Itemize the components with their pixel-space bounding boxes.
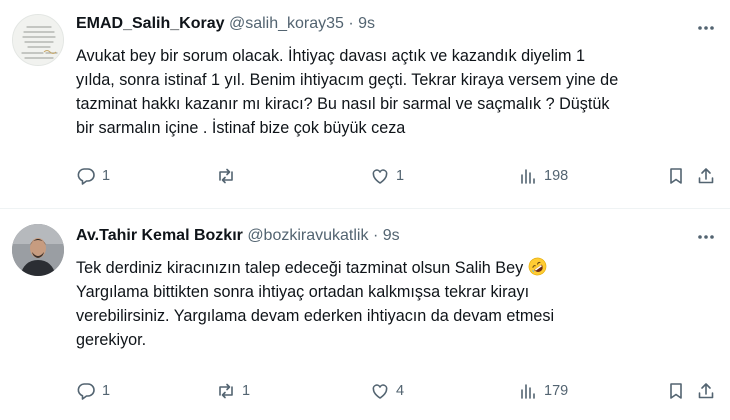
views-button[interactable]: 198 (518, 162, 568, 190)
text-line: bir sarmalın içine . İstinaf bize çok bü… (76, 119, 406, 137)
like-icon (372, 169, 388, 184)
share-button[interactable] (696, 162, 716, 190)
tweet-text: Tek derdiniz kiracınızın talep edeceği t… (76, 256, 716, 352)
text-line: tazminat hakkı kazanır mı kiracı? Bu nas… (76, 95, 610, 113)
like-count: 4 (396, 383, 405, 399)
repost-icon (219, 383, 233, 399)
text-line: Yargılama bittikten sonra ihtiyaç ortada… (76, 283, 530, 301)
author-name[interactable]: Av.Tahir Kemal Bozkır (76, 227, 243, 244)
tweet[interactable]: EMAD_Salih_Koray @salih_koray35 · 9s Avu… (0, 0, 730, 208)
tweet-header: EMAD_Salih_Koray @salih_koray35 · 9s (76, 14, 670, 34)
repost-button[interactable] (216, 162, 242, 190)
bookmark-icon (670, 168, 682, 184)
share-icon (698, 168, 714, 184)
reply-icon (77, 383, 95, 400)
author-handle[interactable]: @salih_koray35 (229, 15, 344, 32)
reply-button[interactable]: 1 (76, 377, 110, 405)
share-button[interactable] (696, 377, 716, 405)
like-icon (372, 384, 388, 399)
views-count: 179 (544, 383, 569, 399)
like-button[interactable]: 4 (370, 377, 404, 405)
reply-icon (77, 168, 95, 185)
tweet-header: Av.Tahir Kemal Bozkır @bozkiravukatlik ·… (76, 226, 670, 246)
rolling-on-the-floor-laughing-emoji (528, 257, 547, 276)
avatar-image (13, 15, 63, 65)
views-icon (521, 169, 535, 184)
views-count: 198 (544, 168, 569, 184)
text-line: verebilirsiniz. Yargılama devam ederken … (76, 307, 555, 325)
share-icon (698, 383, 714, 399)
text-line: yılda, sonra istinaf 1 yıl. Benim ihtiya… (76, 71, 619, 89)
avatar[interactable] (12, 224, 64, 276)
text-segment: Tek derdiniz kiracınızın talep edeceği t… (76, 259, 524, 277)
author-handle[interactable]: @bozkiravukatlik (247, 227, 368, 244)
more-icon[interactable] (696, 227, 716, 247)
action-bar: 1 1 198 (76, 162, 716, 190)
separator-dot: · (372, 227, 379, 244)
text-line: gerekiyor. (76, 331, 147, 349)
text-line: Avukat bey bir sorum olacak. İhtiyaç dav… (76, 47, 585, 65)
bookmark-button[interactable] (666, 377, 686, 405)
action-bar: 1 1 4 179 (76, 377, 716, 405)
reply-count: 1 (102, 383, 111, 399)
views-icon (521, 384, 535, 399)
bookmark-button[interactable] (666, 162, 686, 190)
reply-button[interactable]: 1 (76, 162, 110, 190)
text-line: Tek derdiniz kiracınızın talep edeceği t… (76, 256, 716, 280)
bookmark-icon (670, 383, 682, 399)
repost-count: 1 (242, 383, 251, 399)
like-count: 1 (396, 168, 405, 184)
avatar[interactable] (12, 14, 64, 66)
timestamp[interactable]: 9s (358, 15, 375, 32)
repost-button[interactable]: 1 (216, 377, 250, 405)
reply-count: 1 (102, 168, 111, 184)
separator-dot: · (348, 15, 354, 32)
tweet[interactable]: Av.Tahir Kemal Bozkır @bozkiravukatlik ·… (0, 209, 730, 420)
timestamp[interactable]: 9s (383, 227, 400, 244)
like-button[interactable]: 1 (370, 162, 404, 190)
avatar-image (12, 224, 64, 276)
tweet-text: Avukat bey bir sorum olacak. İhtiyaç dav… (76, 44, 716, 140)
repost-icon (219, 168, 233, 184)
author-name[interactable]: EMAD_Salih_Koray (76, 15, 225, 32)
more-icon[interactable] (696, 18, 716, 38)
views-button[interactable]: 179 (518, 377, 568, 405)
